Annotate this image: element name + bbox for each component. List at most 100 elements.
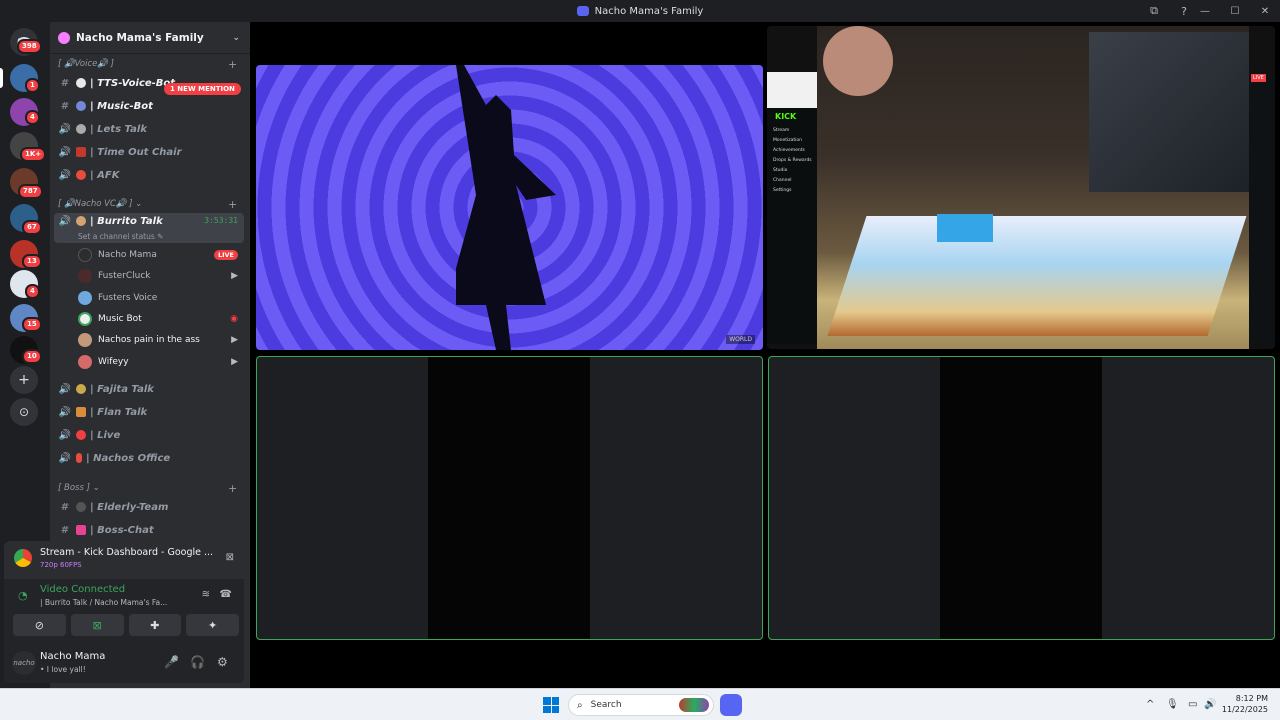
connection-status[interactable]: Video Connected [40,584,125,595]
boss-icon [76,525,86,535]
voice-user[interactable]: Music Bot ◉ [78,309,242,329]
hashtag-icon: # [60,524,70,536]
video-stage: WORLD KICK Stream Monetization Achieveme… [250,22,1280,688]
search-icon: ⌕ [577,699,583,711]
kick-menu-item: Stream [773,128,790,133]
add-channel-icon[interactable]: + [228,58,237,71]
server-badge: 67 [22,220,42,235]
user-status: • I love yall! [40,665,86,674]
explore-icon[interactable]: ⊙ [10,398,38,426]
stop-stream-icon[interactable]: ⊠ [226,552,234,563]
tray-overflow-icon[interactable]: ^ [1146,699,1154,710]
signal-icon[interactable]: ◔ [18,589,28,602]
video-tile-user-4[interactable] [768,356,1275,640]
channel-live[interactable]: 🔊 | Live [54,425,244,445]
server-icon [576,6,589,16]
red-circle-icon [76,430,86,440]
voice-user[interactable]: FusterCluck ▶ [78,266,242,286]
home-badge: 398 [17,39,42,54]
channel-music-bot[interactable]: # | Music-Bot [54,96,244,116]
category-boss[interactable]: [ Boss ] ⌄ + [58,482,237,495]
dark-video-feed [428,357,590,639]
windows-taskbar: ⌕ Search ^ 🎙 ▭ 🔊 8:12 PM 11/22/2025 [0,688,1280,720]
speaker-icon: 🔊 [58,429,72,441]
channel-label: | Flan Talk [90,406,148,418]
dark-video-feed [940,357,1102,639]
speaker-emoji-icon [76,124,86,134]
server-badge: 10 [22,349,42,364]
person-image [823,26,893,96]
channel-lets-talk[interactable]: 🔊 | Lets Talk [54,119,244,139]
flower-icon [58,31,70,44]
category-nacho-vc[interactable]: [ 🔊Nacho VC🔊 ] ⌄ + [58,198,237,211]
stream-quality: 720p 60FPS [40,561,82,569]
voice-user[interactable]: Nacho Mama LIVE [78,245,242,265]
voice-user[interactable]: Fusters Voice [78,288,242,308]
inbox-icon[interactable]: ⧉ [1146,3,1162,19]
speaker-icon: 🔊 [58,452,72,464]
channel-nachos-office[interactable]: 🔊 | Nachos Office [54,448,244,468]
pin-icon [76,453,82,463]
discord-app: Nacho Mama's Family ⧉ ? — ☐ ✕ 398 1 4 1K… [0,0,1280,720]
server-header[interactable]: Nacho Mama's Family ⌄ [50,22,250,54]
stream-title: Stream - Kick Dashboard - Google ... [40,547,214,558]
add-server-button[interactable]: + [10,366,38,394]
no-entry-icon [76,170,86,180]
hashtag-icon: # [60,77,70,89]
window-controls: — ☐ ✕ [1190,0,1280,22]
headphones-icon[interactable]: 🎧 [190,655,205,669]
channel-boss-chat[interactable]: # | Boss-Chat [54,520,244,540]
watermark: WORLD [726,335,755,344]
burrito-icon [76,216,86,226]
maximize-button[interactable]: ☐ [1220,0,1250,22]
camera-off-button[interactable]: ⊘ [13,614,66,636]
voice-user[interactable]: Wifeyy ▶ [78,352,242,372]
video-tile-kick-stream[interactable]: KICK Stream Monetization Achievements Dr… [767,26,1275,349]
video-tile-user-3[interactable] [256,356,763,640]
new-mention-pill[interactable]: 1 NEW MENTION [164,83,241,95]
soundboard-button[interactable]: ✦ [186,614,239,636]
settings-gear-icon[interactable]: ⚙ [217,655,228,669]
channel-flan-talk[interactable]: 🔊 | Flan Talk [54,402,244,422]
voice-user[interactable]: Nachos pain in the ass ▶ [78,330,242,350]
user-name[interactable]: Nacho Mama [40,651,105,662]
category-voice[interactable]: [ 🔊Voice🔊 ] + [58,58,237,71]
voice-panel: Stream - Kick Dashboard - Google ... 720… [4,541,244,683]
server-badge: 13 [22,254,42,269]
video-tile-dancer[interactable]: WORLD [256,65,763,350]
add-channel-icon[interactable]: + [228,482,237,495]
close-button[interactable]: ✕ [1250,0,1280,22]
channel-time-out-chair[interactable]: 🔊 | Time Out Chair [54,142,244,162]
avatar[interactable]: nacho [12,651,36,675]
minimize-button[interactable]: — [1190,0,1220,22]
add-channel-icon[interactable]: + [228,198,237,211]
taskbar-clock[interactable]: 8:12 PM 11/22/2025 [1222,693,1268,715]
elderly-icon [76,502,86,512]
channel-label: | Boss-Chat [90,524,154,536]
avatar [78,291,92,305]
network-icon[interactable]: ▭ [1188,699,1197,710]
speech-icon [76,78,86,88]
activities-button[interactable]: ✚ [128,614,182,636]
channel-afk[interactable]: 🔊 | AFK [54,165,244,185]
channel-elderly-team[interactable]: # | Elderly-Team [54,497,244,517]
flan-icon [76,407,86,417]
volume-icon[interactable]: 🔊 [1204,699,1216,710]
disconnect-icon[interactable]: ☎ [220,589,232,600]
clock-time: 8:12 PM [1235,694,1268,703]
fajita-icon [76,384,86,394]
webcam-feed [817,26,1249,349]
live-badge: LIVE [1251,74,1266,82]
server-badge: 1 [25,78,40,93]
noise-suppression-icon[interactable]: ≋ [202,589,210,600]
server-badge: 4 [25,284,40,299]
windows-start-icon[interactable] [543,697,559,713]
channel-fajita-talk[interactable]: 🔊 | Fajita Talk [54,379,244,399]
microphone-icon[interactable]: 🎤 [164,655,179,669]
connection-channel[interactable]: | Burrito Talk / Nacho Mama's Fa... [40,598,167,607]
screen-share-button[interactable]: ⊠ [70,614,124,636]
microphone-tray-icon[interactable]: 🎙 [1166,699,1179,710]
set-channel-status[interactable]: Set a channel status ✎ [78,232,163,241]
taskbar-search[interactable]: ⌕ Search [568,694,714,716]
discord-taskbar-icon[interactable] [720,694,742,716]
